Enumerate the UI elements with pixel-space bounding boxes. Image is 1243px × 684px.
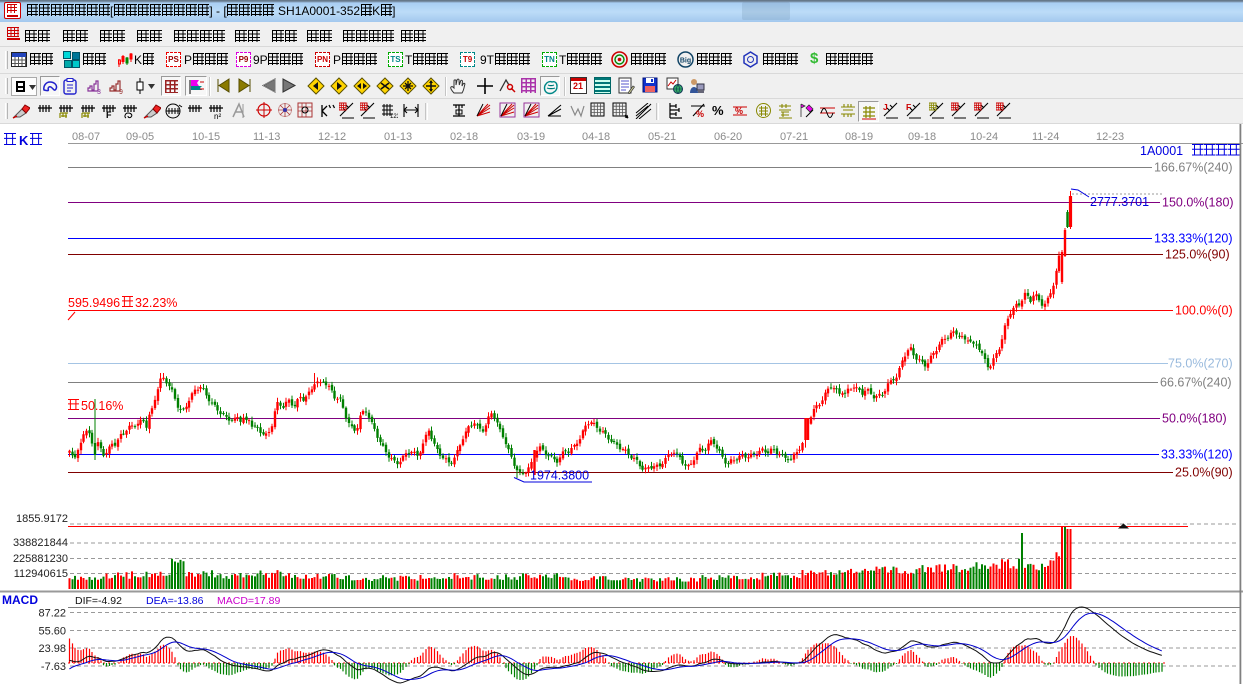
svg-text:F: F: [106, 110, 112, 120]
svg-text:11-13: 11-13: [253, 131, 280, 143]
svg-text:J: J: [883, 102, 888, 112]
svg-text:07-21: 07-21: [780, 131, 808, 143]
svg-text:225881230: 225881230: [13, 553, 68, 565]
svg-text:1A0001: 1A0001: [1140, 144, 1183, 158]
svg-text:3: 3: [97, 89, 101, 95]
svg-text:12-23: 12-23: [1096, 131, 1124, 143]
svg-text:%: %: [735, 106, 743, 116]
svg-text:1974.3800: 1974.3800: [530, 469, 589, 483]
svg-text:125.0%(90): 125.0%(90): [1165, 248, 1230, 262]
svg-text:03-19: 03-19: [517, 131, 545, 143]
svg-text:08-07: 08-07: [72, 131, 100, 143]
svg-text:2777.3701: 2777.3701: [1090, 195, 1149, 209]
svg-text:9: 9: [119, 89, 123, 95]
svg-text:32.23%: 32.23%: [135, 296, 177, 310]
svg-text:09-18: 09-18: [908, 131, 936, 143]
svg-text:166.67%(240): 166.67%(240): [1154, 161, 1233, 175]
svg-text:75.0%(270): 75.0%(270): [1168, 357, 1233, 371]
svg-text:25.0%(90): 25.0%(90): [1175, 466, 1233, 480]
svg-text:338821844: 338821844: [13, 537, 68, 549]
svg-text:10-15: 10-15: [192, 131, 220, 143]
svg-text:04-18: 04-18: [582, 131, 610, 143]
svg-text:150.0%(180): 150.0%(180): [1162, 196, 1234, 210]
svg-text:100.0%(0): 100.0%(0): [1175, 304, 1233, 318]
svg-text:66.67%(240): 66.67%(240): [1160, 376, 1232, 390]
svg-text:10-24: 10-24: [970, 131, 998, 143]
svg-text:123: 123: [390, 114, 398, 119]
svg-text:MACD: MACD: [2, 593, 38, 607]
svg-text:K: K: [19, 133, 29, 148]
svg-text:MACD=17.89: MACD=17.89: [217, 595, 280, 607]
svg-text:n²: n²: [214, 112, 221, 120]
svg-text:1855.9172: 1855.9172: [16, 513, 68, 525]
svg-text:11-24: 11-24: [1032, 131, 1059, 143]
svg-text:50.0%(180): 50.0%(180): [1162, 412, 1227, 426]
svg-text:Big: Big: [680, 58, 691, 65]
svg-text:02-18: 02-18: [450, 131, 478, 143]
svg-text:87.22: 87.22: [38, 608, 66, 620]
svg-text:23.98: 23.98: [38, 643, 66, 655]
svg-text:33.33%(120): 33.33%(120): [1161, 448, 1233, 462]
svg-text:12-12: 12-12: [318, 131, 346, 143]
svg-text:595.9496: 595.9496: [68, 296, 120, 310]
svg-text:-7.63: -7.63: [41, 661, 66, 673]
svg-text:133.33%(120): 133.33%(120): [1154, 232, 1233, 246]
svg-text:06-20: 06-20: [714, 131, 742, 143]
svg-text:DEA=-13.86: DEA=-13.86: [146, 595, 204, 607]
svg-text:55.60: 55.60: [38, 626, 66, 638]
svg-text:09-05: 09-05: [126, 131, 154, 143]
svg-text:DIF=-4.92: DIF=-4.92: [75, 595, 122, 607]
svg-text:08-19: 08-19: [845, 131, 873, 143]
svg-text:%: %: [696, 109, 704, 119]
svg-text:112940615: 112940615: [14, 568, 68, 580]
svg-text:05-21: 05-21: [648, 131, 676, 143]
svg-text:F: F: [906, 102, 911, 112]
svg-text:01-13: 01-13: [384, 131, 412, 143]
svg-text:50.16%: 50.16%: [81, 399, 123, 413]
